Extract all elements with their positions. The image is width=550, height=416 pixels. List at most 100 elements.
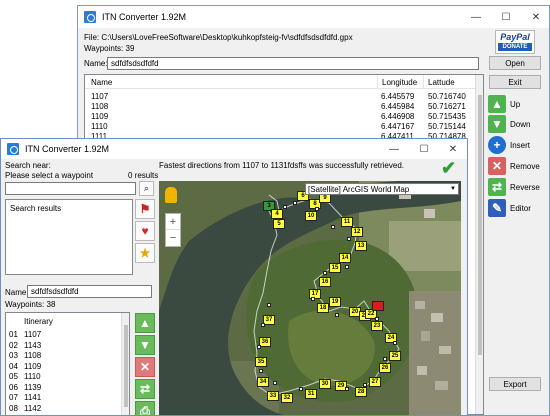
scrollbar-thumb[interactable] [124, 325, 128, 407]
search-button[interactable]: ⌕ [139, 181, 154, 196]
route-name-input[interactable]: sdfdfsdsdfdfd [107, 57, 479, 70]
waypoint-marker[interactable]: 16 [319, 277, 331, 287]
zoom-out-button[interactable]: − [166, 230, 180, 246]
paypal-donate-button[interactable]: PayPal DONATE [495, 30, 535, 54]
down-button[interactable]: ▼ Down [488, 115, 530, 133]
waypoint-marker[interactable]: 31 [305, 389, 317, 399]
column-divider [377, 75, 378, 89]
table-cell-name: 1107 [91, 92, 109, 101]
save-button[interactable]: ⎙ [135, 401, 155, 415]
close-icon[interactable]: ✕ [521, 6, 549, 28]
street-view-pegman-icon[interactable] [165, 187, 177, 203]
map-source-select[interactable]: [Satellite] ArcGIS World Map ▼ [305, 183, 459, 195]
waypoint-marker[interactable]: 12 [351, 227, 363, 237]
list-item[interactable]: 02 1143 [6, 341, 121, 352]
route-node [299, 387, 303, 391]
route-node [261, 323, 265, 327]
itinerary-name: 1139 [24, 382, 42, 392]
route-node [283, 205, 287, 209]
column-header-longitude[interactable]: Longitude [382, 78, 417, 87]
waypoint-marker[interactable]: 14 [339, 253, 351, 263]
list-item[interactable]: 04 1109 [6, 362, 121, 373]
list-item[interactable]: 01 1107 [6, 330, 121, 341]
route-end-marker[interactable] [372, 301, 384, 311]
waypoint-marker[interactable]: 18 [317, 303, 329, 313]
table-scrollbar[interactable] [475, 75, 483, 414]
arrow-down-icon: ▼ [139, 338, 151, 352]
waypoint-marker[interactable]: 19 [329, 297, 341, 307]
waypoint-marker[interactable]: 13 [355, 241, 367, 251]
itinerary-header: Itinerary [24, 317, 53, 326]
maximize-icon[interactable]: ☐ [491, 6, 521, 28]
column-header-latitude[interactable]: Lattude [428, 78, 455, 87]
minimize-icon[interactable]: — [461, 6, 491, 28]
editor-button[interactable]: ✎ Editor [488, 199, 531, 217]
exit-button[interactable]: Exit [489, 75, 541, 89]
waypoint-marker[interactable]: 32 [281, 393, 293, 403]
search-results-list[interactable]: Search results [5, 199, 133, 275]
list-item[interactable]: 07 1141 [6, 393, 121, 404]
export-button[interactable]: Export [489, 377, 541, 391]
reverse-button[interactable]: ⇄ [135, 379, 155, 399]
table-row[interactable]: 1107 6.445579 50.716740 [85, 92, 475, 102]
itinerary-list: Itinerary 01 1107 02 1143 03 1108 04 1109 05 1110… [5, 312, 130, 415]
waypoint-marker[interactable]: 5 [273, 219, 285, 229]
column-header-name[interactable]: Name [91, 78, 112, 87]
route-node [363, 383, 367, 387]
table-row[interactable]: 1108 6.445984 50.716271 [85, 102, 475, 112]
close-icon[interactable]: ✕ [438, 139, 467, 159]
itinerary-body: 01 1107 02 1143 03 1108 04 1109 05 1110 06 1139 07 11… [6, 330, 121, 414]
editor-label: Editor [510, 203, 531, 213]
list-item[interactable]: 05 1110 [6, 372, 121, 383]
waypoint-marker[interactable]: 33 [267, 391, 279, 401]
waypoint-marker[interactable]: 4 [271, 209, 283, 219]
route-node [393, 341, 397, 345]
waypoint-marker[interactable]: 23 [371, 321, 383, 331]
table-cell-lat: 50.716740 [428, 92, 466, 101]
add-to-route-button[interactable]: ⚑ [135, 199, 155, 219]
list-item[interactable]: 03 1108 [6, 351, 121, 362]
route-node [323, 271, 327, 275]
waypoint-marker[interactable]: 25 [389, 351, 401, 361]
remove-button[interactable]: ✕ Remove [488, 157, 540, 175]
arrow-up-icon: ▲ [139, 316, 151, 330]
itinerary-name: 1141 [24, 393, 42, 402]
maximize-icon[interactable]: ☐ [409, 139, 439, 159]
minimize-icon[interactable]: — [379, 139, 409, 159]
map-view[interactable]: 3456891011121314151617181920212223242526… [159, 181, 461, 415]
move-down-button[interactable]: ▼ [135, 335, 155, 355]
insert-button[interactable]: + Insert [488, 136, 530, 154]
down-label: Down [510, 119, 531, 129]
itinerary-scrollbar[interactable] [121, 313, 129, 415]
waypoint-marker[interactable]: 28 [355, 387, 367, 397]
waypoint-marker[interactable]: 34 [257, 377, 269, 387]
waypoint-marker[interactable]: 30 [319, 379, 331, 389]
waypoint-marker[interactable]: 10 [305, 211, 317, 221]
waypoint-marker[interactable]: 27 [369, 377, 381, 387]
waypoint-marker[interactable]: 35 [255, 357, 267, 367]
zoom-in-button[interactable]: + [166, 214, 180, 230]
scrollbar-thumb[interactable] [478, 95, 482, 355]
search-input[interactable] [5, 182, 136, 195]
favorite-button[interactable]: ★ [135, 243, 155, 263]
column-divider [423, 75, 424, 89]
waypoint-marker[interactable]: 26 [379, 363, 391, 373]
back-window-titlebar[interactable]: ITN Converter 1.92M — ☐ ✕ [78, 6, 549, 28]
open-button[interactable]: Open [489, 56, 541, 70]
table-cell-lon: 6.445579 [381, 92, 415, 101]
delete-button[interactable]: ✕ [135, 357, 155, 377]
front-window-titlebar[interactable]: ITN Converter 1.92M — ☐ ✕ [1, 139, 467, 159]
up-button[interactable]: ▲ Up [488, 95, 520, 113]
waypoint-marker[interactable]: 15 [329, 263, 341, 273]
route-node [347, 237, 351, 241]
reverse-button[interactable]: ⇄ Reverse [488, 178, 540, 196]
move-up-button[interactable]: ▲ [135, 313, 155, 333]
waypoint-marker[interactable]: 11 [341, 217, 353, 227]
list-item[interactable]: 06 1139 [6, 383, 121, 394]
heart-button[interactable]: ♥ [135, 221, 155, 241]
itinerary-index: 07 [9, 393, 18, 402]
list-item[interactable]: 08 1142 [6, 404, 121, 415]
table-row[interactable]: 1109 6.446908 50.715435 [85, 112, 475, 122]
table-row[interactable]: 1110 6.447167 50.715144 [85, 122, 475, 132]
route-name-input[interactable]: sdfdfsdsdfdfd [27, 285, 152, 298]
